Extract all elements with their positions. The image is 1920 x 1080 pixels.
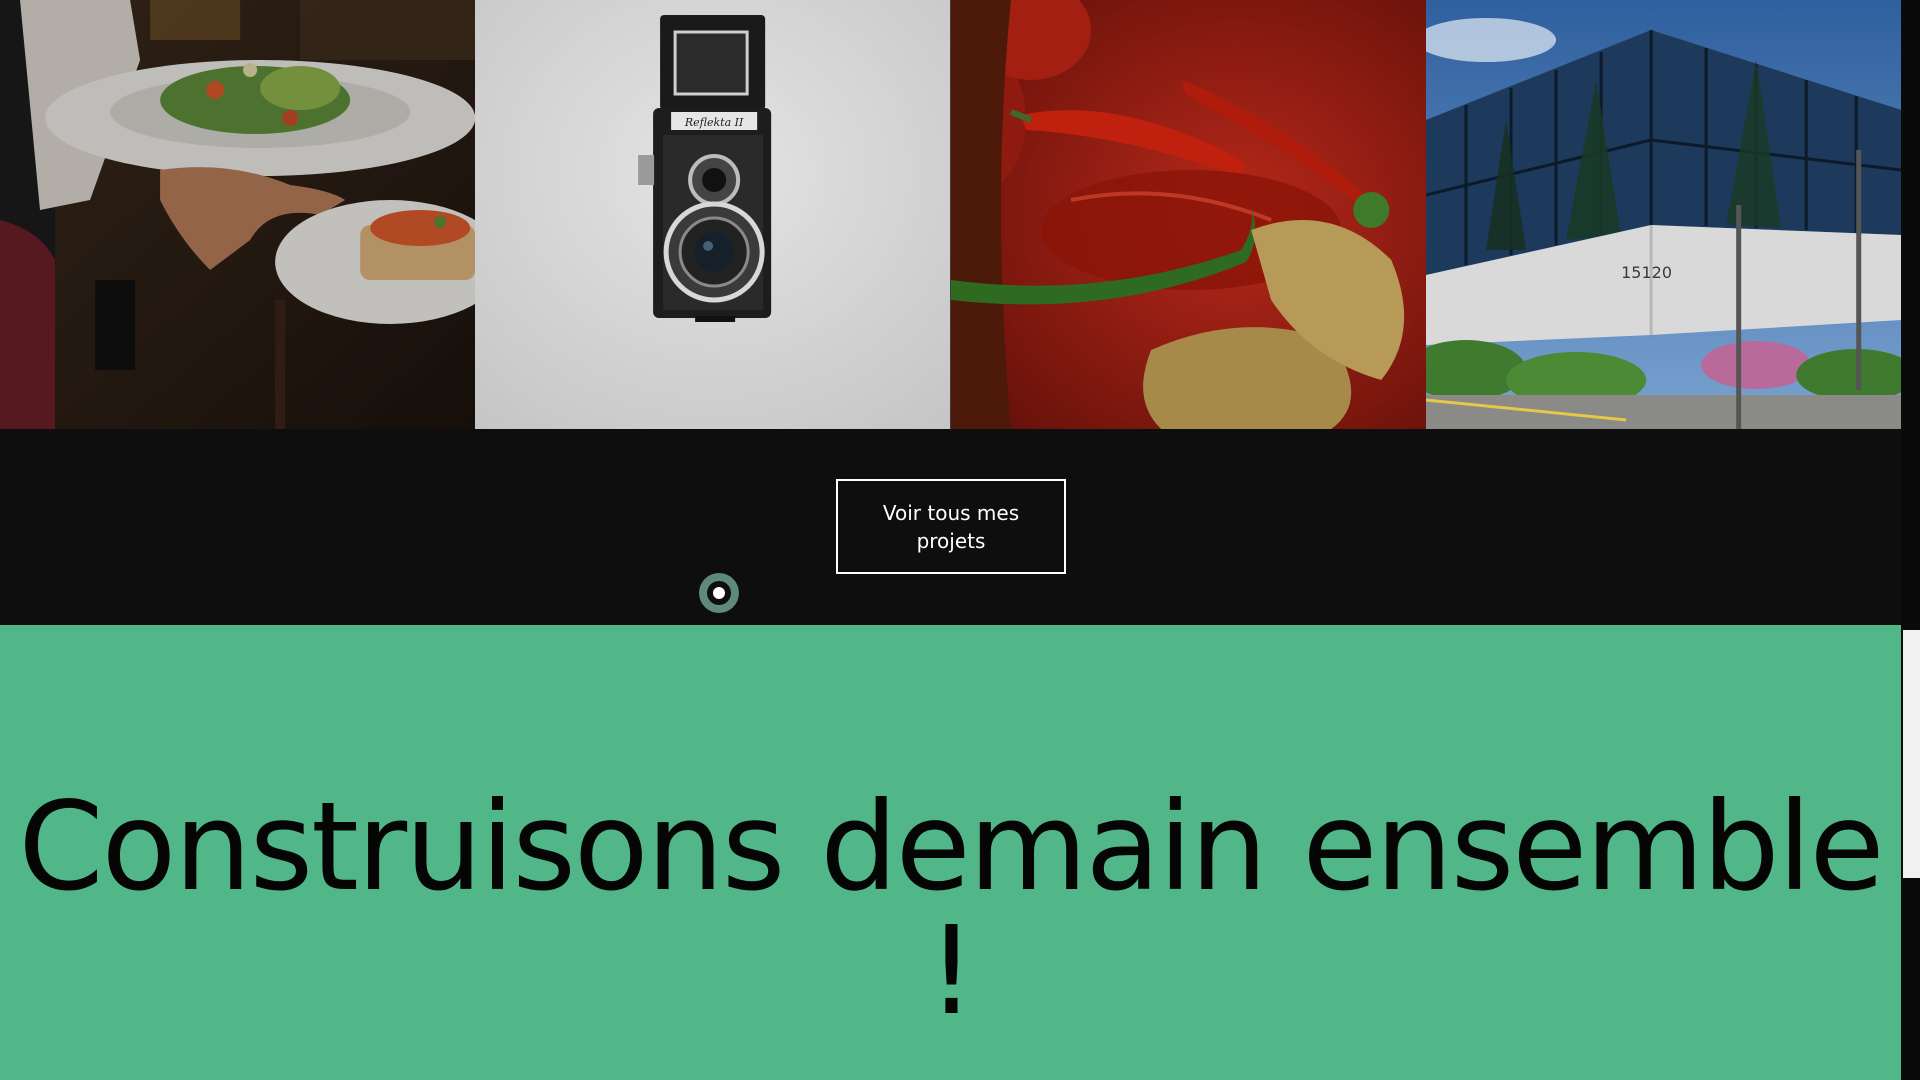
tile-overlay [0, 0, 476, 429]
scrollbar-thumb[interactable] [1903, 630, 1920, 878]
contact-hero-section: Construisons demain ensemble ! [0, 625, 1901, 1080]
page: Reflekta II 15120 Voir tous mes projets … [0, 0, 1920, 1080]
building-number-label: 15120 [1621, 263, 1672, 282]
camera-project-image: Reflekta II [475, 0, 951, 429]
cursor-ring [707, 581, 731, 605]
building-project-image: 15120 [1425, 0, 1901, 429]
camera-brand-label: Reflekta II [684, 116, 744, 129]
project-gallery: Reflekta II 15120 [0, 0, 1901, 429]
food-project-tile[interactable] [950, 0, 1426, 429]
food-project-image [950, 0, 1426, 429]
page-content: Reflekta II 15120 Voir tous mes projets … [0, 0, 1901, 1080]
restaurant-project-tile[interactable] [0, 0, 476, 429]
view-all-projects-button[interactable]: Voir tous mes projets [836, 479, 1066, 574]
projects-cta-section: Voir tous mes projets [0, 429, 1901, 625]
cursor-core [713, 587, 725, 599]
hero-headline: Construisons demain ensemble ! [18, 776, 1884, 1042]
page-scrollbar[interactable] [1901, 0, 1920, 1080]
building-project-tile[interactable]: 15120 [1425, 0, 1901, 429]
custom-cursor-icon [699, 573, 739, 613]
camera-project-tile[interactable]: Reflekta II [475, 0, 951, 429]
